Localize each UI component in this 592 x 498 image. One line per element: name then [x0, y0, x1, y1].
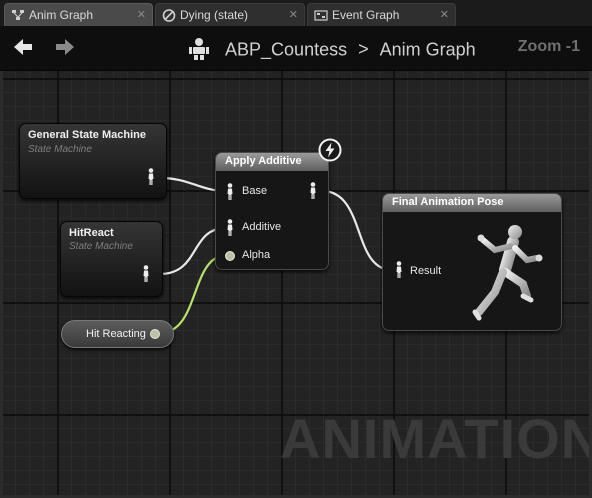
hit-reacting-variable-node[interactable]: Hit Reacting — [61, 320, 174, 348]
tab-label: Anim Graph — [29, 8, 94, 22]
graph-header: ABP_Countess > Anim Graph Zoom -1 — [0, 26, 592, 71]
close-icon[interactable]: ✕ — [440, 4, 449, 26]
node-subtitle: State Machine — [28, 144, 92, 155]
back-arrow-icon[interactable] — [12, 36, 34, 58]
graph-icon — [12, 10, 24, 20]
tab-bar: Anim Graph ✕ Dying (state) ✕ Event Graph… — [0, 0, 592, 26]
tab-label: Dying (state) — [180, 8, 249, 22]
graph-canvas[interactable]: ANIMATION General State Machine State Ma… — [0, 71, 592, 498]
animation-blueprint-icon — [189, 38, 209, 61]
general-state-machine-node[interactable]: General State Machine State Machine — [19, 123, 167, 199]
pin-label-result: Result — [410, 265, 442, 277]
pose-output-pin-icon[interactable] — [146, 168, 156, 186]
variable-label: Hit Reacting — [86, 328, 146, 340]
pin-label-additive: Additive — [242, 221, 282, 233]
breadcrumb: ABP_Countess > Anim Graph — [188, 34, 476, 62]
node-title: Final Animation Pose — [392, 196, 504, 208]
node-header: Final Animation Pose — [383, 194, 561, 212]
float-output-pin-icon[interactable] — [150, 329, 160, 339]
breadcrumb-graph: Anim Graph — [379, 39, 476, 60]
forward-arrow-icon[interactable] — [54, 36, 76, 58]
zoom-level: Zoom -1 — [517, 38, 580, 55]
tab-event-graph[interactable]: Event Graph ✕ — [307, 3, 456, 26]
tab-dying-state[interactable]: Dying (state) ✕ — [155, 3, 305, 26]
pose-output-pin-icon[interactable] — [308, 182, 318, 200]
lightning-icon — [318, 138, 342, 162]
node-title: HitReact — [69, 227, 114, 239]
tab-label: Event Graph — [332, 8, 400, 22]
breadcrumb-asset[interactable]: ABP_Countess — [225, 39, 347, 59]
node-header: Apply Additive — [216, 153, 328, 171]
close-icon[interactable]: ✕ — [289, 4, 298, 26]
breadcrumb-separator: > — [358, 39, 369, 60]
state-icon — [162, 9, 176, 22]
node-title: General State Machine — [28, 129, 146, 141]
pin-label-base: Base — [242, 185, 268, 197]
hitreact-node[interactable]: HitReact State Machine — [60, 221, 163, 297]
float-input-pin-icon[interactable] — [225, 251, 235, 261]
node-title: Apply Additive — [225, 155, 302, 167]
apply-additive-node[interactable]: Apply Additive Base Additive Alpha — [215, 152, 329, 270]
tab-anim-graph[interactable]: Anim Graph ✕ — [4, 3, 153, 26]
pin-label-alpha: Alpha — [242, 249, 271, 261]
close-icon[interactable]: ✕ — [137, 4, 146, 26]
node-subtitle: State Machine — [69, 241, 133, 252]
pose-output-pin-icon[interactable] — [141, 265, 151, 283]
pose-input-pin-icon[interactable] — [394, 261, 404, 279]
running-mannequin-icon — [472, 225, 543, 321]
pose-input-pin-icon[interactable] — [225, 183, 235, 201]
pose-input-pin-icon[interactable] — [225, 219, 235, 237]
final-animation-pose-node[interactable]: Final Animation Pose Result — [382, 193, 562, 331]
event-graph-icon — [314, 10, 328, 21]
